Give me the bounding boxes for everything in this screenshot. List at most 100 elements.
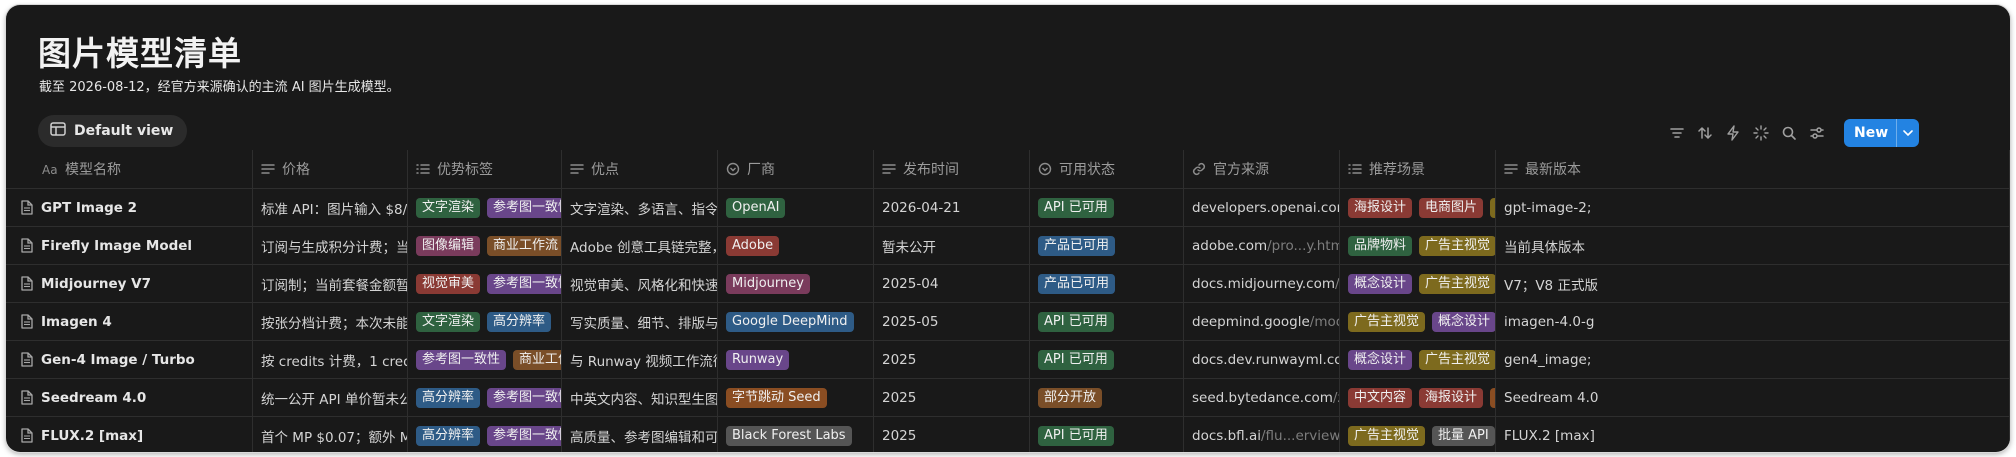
status-badge[interactable]: 产品已可用: [1038, 235, 1116, 256]
scene-tag[interactable]: 广告主视觉: [1419, 273, 1495, 294]
advantage-tag[interactable]: 参考图一致性: [487, 197, 561, 218]
latest-version-cell[interactable]: gen4_image;: [1496, 341, 2010, 378]
model-name[interactable]: FLUX.2 [max]: [41, 428, 143, 444]
advantage-tag[interactable]: 商业工作流: [513, 349, 561, 370]
recommended-scenes-cell[interactable]: 品牌物料广告主视觉电商: [1340, 227, 1496, 264]
vendor-tag[interactable]: Adobe: [726, 235, 780, 256]
latest-version-cell[interactable]: imagen-4.0-g: [1496, 303, 2010, 340]
advantage-tag[interactable]: 商业工作流: [487, 235, 561, 256]
source-link-path[interactable]: /zh/...eam4: [1333, 390, 1339, 406]
scene-tag[interactable]: 海报设计: [1419, 387, 1484, 408]
model-name-cell[interactable]: Seedream 4.0: [6, 379, 253, 416]
source-link-host[interactable]: developers.openai.com: [1192, 200, 1339, 216]
status-badge[interactable]: 部分开放: [1038, 387, 1103, 408]
availability-status-cell[interactable]: API 已可用: [1030, 189, 1184, 226]
model-name[interactable]: Seedream 4.0: [41, 390, 146, 406]
model-name[interactable]: Midjourney V7: [41, 276, 151, 292]
latest-version-cell[interactable]: FLUX.2 [max]: [1496, 417, 2010, 452]
status-badge[interactable]: API 已可用: [1038, 197, 1114, 218]
pros-cell[interactable]: 视觉审美、风格化和快速创意探: [562, 265, 718, 302]
column-header[interactable]: 可用状态: [1030, 150, 1184, 188]
advantage-tags-cell[interactable]: 高分辨率参考图一致性: [408, 379, 562, 416]
official-source-cell[interactable]: docs.midjourney.com/hc/...ersi: [1184, 265, 1340, 302]
search-icon[interactable]: [1780, 124, 1798, 142]
price-cell[interactable]: 统一公开 API 单价暂未公开。: [253, 379, 408, 416]
status-badge[interactable]: API 已可用: [1038, 425, 1114, 446]
official-source-cell[interactable]: docs.bfl.ai/flu...erview: [1184, 417, 1340, 452]
column-header[interactable]: Aa 模型名称: [6, 150, 253, 188]
advantage-tag[interactable]: 文字渲染: [416, 311, 481, 332]
advantage-tag[interactable]: 视觉审美: [416, 273, 481, 294]
latest-version-cell[interactable]: V7；V8 正式版: [1496, 265, 2010, 302]
release-date-cell[interactable]: 2026-04-21: [874, 189, 1030, 226]
model-name[interactable]: GPT Image 2: [41, 200, 137, 216]
release-date-cell[interactable]: 2025-05: [874, 303, 1030, 340]
official-source-cell[interactable]: seed.bytedance.com/zh/...eam4: [1184, 379, 1340, 416]
scene-tag[interactable]: 概念设计: [1348, 273, 1413, 294]
advantage-tags-cell[interactable]: 文字渲染参考图一致性: [408, 189, 562, 226]
model-name-cell[interactable]: Gen-4 Image / Turbo: [6, 341, 253, 378]
sort-icon[interactable]: [1696, 124, 1714, 142]
table-row[interactable]: Gen-4 Image / Turbo 按 credits 计费，1 credit…: [6, 341, 2010, 379]
column-header[interactable]: 最新版本: [1496, 150, 2010, 188]
table-row[interactable]: GPT Image 2标准 API：图片输入 $8/百万 to文字渲染参考图一致…: [6, 189, 2010, 227]
status-badge[interactable]: 产品已可用: [1038, 273, 1116, 294]
model-name-cell[interactable]: Imagen 4: [6, 303, 253, 340]
scene-tag[interactable]: 批量 API: [1432, 425, 1495, 446]
pros-cell[interactable]: 中英文内容、知识型生图、参考: [562, 379, 718, 416]
status-badge[interactable]: API 已可用: [1038, 349, 1114, 370]
column-header[interactable]: 优势标签: [408, 150, 562, 188]
advantage-tags-cell[interactable]: 参考图一致性商业工作流: [408, 341, 562, 378]
table-row[interactable]: Firefly Image Model 订阅与生成积分计费；当前地区图像编辑商业工…: [6, 227, 2010, 265]
price-cell[interactable]: 按张分档计费；本次未能稳定读: [253, 303, 408, 340]
availability-status-cell[interactable]: 产品已可用: [1030, 265, 1184, 302]
ai-sparkle-icon[interactable]: [1752, 124, 1770, 142]
vendor-tag[interactable]: OpenAI: [726, 197, 786, 218]
model-name[interactable]: Imagen 4: [41, 314, 112, 330]
release-date-cell[interactable]: 2025: [874, 341, 1030, 378]
source-link-host[interactable]: docs.midjourney.com: [1192, 276, 1335, 292]
vendor-cell[interactable]: Midjourney: [718, 265, 874, 302]
pros-cell[interactable]: 与 Runway 视频工作流衔接自然: [562, 341, 718, 378]
advantage-tag[interactable]: 高分辨率: [416, 387, 481, 408]
column-header[interactable]: 厂商: [718, 150, 874, 188]
table-row[interactable]: Imagen 4 按张分档计费；本次未能稳定读文字渲染高分辨率写实质量、细节、排版…: [6, 303, 2010, 341]
scene-tag[interactable]: 海报设计: [1348, 197, 1413, 218]
source-link-path[interactable]: /flu...erview: [1261, 428, 1339, 444]
official-source-cell[interactable]: adobe.com/pro...y.html: [1184, 227, 1340, 264]
automation-bolt-icon[interactable]: [1724, 124, 1742, 142]
latest-version-cell[interactable]: gpt-image-2;: [1496, 189, 2010, 226]
new-button[interactable]: New: [1844, 119, 1920, 147]
column-header[interactable]: 优点: [562, 150, 718, 188]
model-name-cell[interactable]: Midjourney V7: [6, 265, 253, 302]
scene-tag[interactable]: 广告主视觉: [1419, 349, 1495, 370]
vendor-cell[interactable]: OpenAI: [718, 189, 874, 226]
source-link-host[interactable]: docs.dev.runwayml.com: [1192, 352, 1339, 368]
source-link-path[interactable]: /mod...mager: [1310, 314, 1339, 330]
source-link-host[interactable]: seed.bytedance.com: [1192, 390, 1333, 406]
filter-icon[interactable]: [1668, 124, 1686, 142]
table-row[interactable]: FLUX.2 [max]首个 MP $0.07；额外 MP $0.03高分辨率参…: [6, 417, 2010, 452]
advantage-tag[interactable]: 文字渲染: [416, 197, 481, 218]
vendor-cell[interactable]: Google DeepMind: [718, 303, 874, 340]
table-row[interactable]: Midjourney V7 订阅制；当前套餐金额暂未确认视觉审美参考图一致性视觉审…: [6, 265, 2010, 303]
pros-cell[interactable]: 文字渲染、多语言、指令遵循、: [562, 189, 718, 226]
scene-tag[interactable]: 概念设计: [1432, 311, 1495, 332]
price-cell[interactable]: 订阅与生成积分计费；当前地区: [253, 227, 408, 264]
official-source-cell[interactable]: developers.openai.com/api...ma: [1184, 189, 1340, 226]
model-name[interactable]: Firefly Image Model: [41, 238, 192, 254]
default-view-tab[interactable]: Default view: [38, 115, 188, 147]
advantage-tag[interactable]: 参考图一致性: [487, 273, 561, 294]
model-name-cell[interactable]: FLUX.2 [max]: [6, 417, 253, 452]
vendor-cell[interactable]: Adobe: [718, 227, 874, 264]
chevron-down-icon[interactable]: [1896, 119, 1919, 147]
column-header[interactable]: 官方来源: [1184, 150, 1340, 188]
availability-status-cell[interactable]: API 已可用: [1030, 417, 1184, 452]
model-name[interactable]: Gen-4 Image / Turbo: [41, 352, 195, 368]
vendor-tag[interactable]: Black Forest Labs: [726, 425, 852, 446]
scene-tag[interactable]: 电商图片: [1419, 197, 1484, 218]
availability-status-cell[interactable]: API 已可用: [1030, 303, 1184, 340]
scene-tag[interactable]: 品牌物料: [1348, 235, 1413, 256]
vendor-tag[interactable]: Google DeepMind: [726, 311, 854, 332]
latest-version-cell[interactable]: 当前具体版本: [1496, 227, 2010, 264]
